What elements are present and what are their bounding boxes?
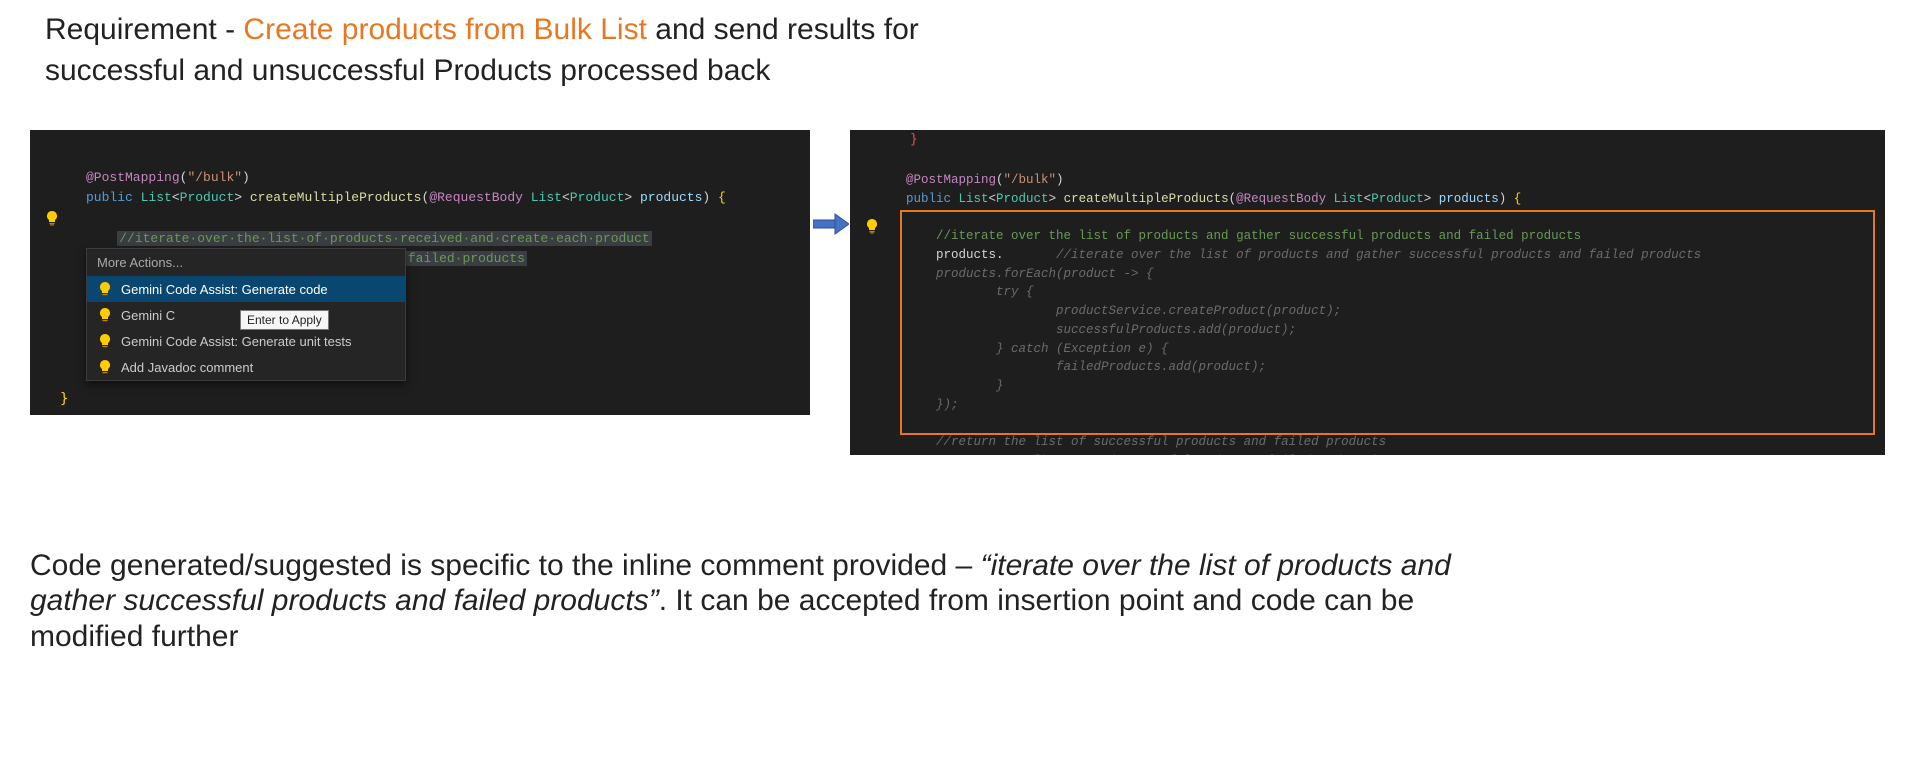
typed-text: products. — [936, 248, 1004, 262]
annotation: @PostMapping — [86, 170, 180, 185]
heading-prefix: Requirement - — [45, 13, 243, 46]
requirement-heading: Requirement - Create products from Bulk … — [45, 10, 1045, 91]
code-body-right[interactable]: @PostMapping("/bulk") public List<Produc… — [906, 152, 1875, 455]
ghost-line: }); — [936, 398, 959, 412]
ghost-line: } — [966, 379, 1004, 393]
inline-comment-1: //iterate·over·the·list·of·products·rece… — [117, 231, 652, 246]
ghost-line: successfulProducts.add(product); — [996, 323, 1296, 337]
enter-to-apply-tooltip: Enter to Apply — [240, 310, 329, 330]
code-editor-before[interactable]: @PostMapping("/bulk") public List<Produc… — [30, 130, 810, 415]
lightbulb-icon[interactable] — [44, 210, 60, 226]
menu-item-add-javadoc[interactable]: Add Javadoc comment — [87, 354, 405, 380]
ghost-line: productService.createProduct(product); — [996, 304, 1341, 318]
lightbulb-icon — [97, 359, 113, 375]
menu-item-label: Add Javadoc comment — [121, 360, 395, 375]
menu-item-label: Gemini Code Assist: Generate unit tests — [121, 334, 395, 349]
footer-text-1: Code generated/suggested is specific to … — [30, 549, 981, 582]
inline-comment-top: //iterate over the list of products and … — [936, 229, 1581, 243]
gutter-bulb-left[interactable] — [44, 210, 66, 231]
menu-item-generate-unit-tests[interactable]: Gemini Code Assist: Generate unit tests — [87, 328, 405, 354]
ghost-line: failedProducts.add(product); — [996, 360, 1266, 374]
ghost-line: //return the list of successful products… — [936, 435, 1386, 449]
ghost-line: products.forEach(product -> { — [936, 267, 1154, 281]
lightbulb-icon — [97, 281, 113, 297]
ghost-line: try { — [966, 285, 1034, 299]
menu-item-generate-code[interactable]: Gemini Code Assist: Generate code — [87, 276, 405, 302]
closing-brace: } — [60, 391, 68, 407]
code-editor-after[interactable]: } @PostMapping("/bulk") public List<Prod… — [850, 130, 1885, 455]
footer-caption: Code generated/suggested is specific to … — [30, 548, 1530, 654]
lightbulb-icon — [97, 307, 113, 323]
top-brace-outside: } — [910, 132, 918, 147]
quick-actions-header: More Actions... — [87, 249, 405, 276]
gutter-bulb-right[interactable] — [864, 218, 886, 239]
arrow-right-icon — [813, 210, 849, 238]
ghost-line: } catch (Exception e) { — [966, 342, 1169, 356]
lightbulb-icon[interactable] — [864, 218, 880, 234]
ghost-inline: //iterate over the list of products and … — [1056, 248, 1701, 262]
menu-item-label: Gemini Code Assist: Generate code — [121, 282, 395, 297]
heading-highlight: Create products from Bulk List — [243, 13, 647, 46]
lightbulb-icon — [97, 333, 113, 349]
ghost-line: return new BulkResponse(successfulProduc… — [936, 454, 1386, 455]
